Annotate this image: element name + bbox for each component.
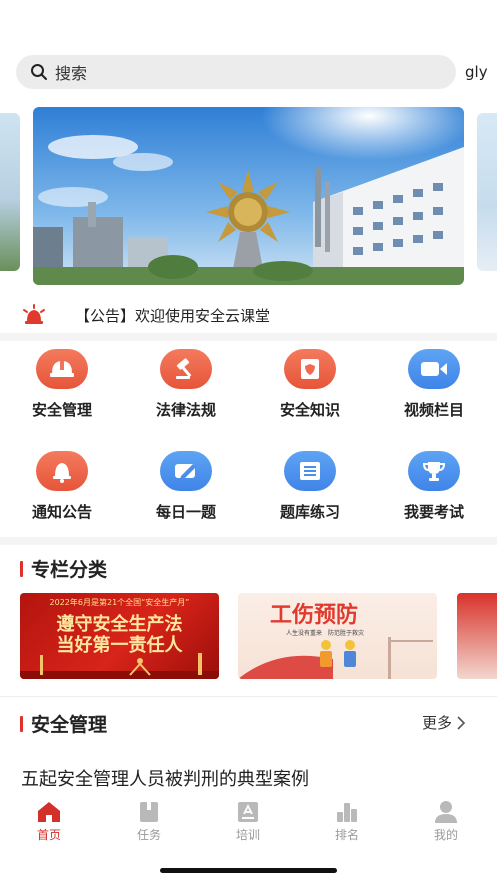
grid-item-label: 法律法规	[155, 401, 216, 419]
grid-item-laws[interactable]: 法律法规	[131, 349, 241, 420]
trophy-icon	[408, 451, 460, 491]
search-input[interactable]: 搜索	[16, 55, 456, 89]
grid-item-notices[interactable]: 通知公告	[7, 451, 117, 522]
grid-item-label: 安全知识	[279, 401, 340, 419]
home-indicator[interactable]	[160, 868, 337, 873]
task-icon	[140, 802, 158, 822]
grid-item-exam[interactable]: 我要考试	[379, 451, 489, 522]
tab-label: 任务	[136, 828, 161, 842]
training-icon	[238, 802, 258, 822]
more-link[interactable]: 更多	[422, 712, 467, 733]
search-placeholder: 搜索	[55, 64, 88, 83]
section-divider	[0, 696, 497, 697]
home-icon	[38, 802, 60, 822]
article-item[interactable]: 五起安全管理人员被判刑的典型案例	[21, 765, 309, 791]
user-name[interactable]: gly	[465, 63, 488, 81]
more-label: 更多	[422, 714, 453, 732]
column-card-partial[interactable]	[457, 593, 497, 679]
search-icon	[31, 64, 47, 80]
announcement-bar[interactable]: 【公告】欢迎使用安全云课堂	[0, 297, 497, 333]
grid-item-label: 每日一题	[155, 503, 216, 521]
grid-item-question-bank[interactable]: 题库练习	[255, 451, 365, 522]
section-gap	[0, 537, 497, 545]
column-card-injury-prevention[interactable]: 工伤预防 人生没有重来 防范胜于救灾	[238, 593, 437, 679]
announcement-text: 【公告】欢迎使用安全云课堂	[75, 307, 271, 325]
columns-title: 专栏分类	[31, 559, 108, 581]
search-row: 搜索 gly	[16, 55, 491, 89]
tab-home[interactable]: 首页	[19, 800, 79, 843]
book-shield-icon	[284, 349, 336, 389]
tab-training[interactable]: 培训	[218, 800, 278, 843]
tab-label: 排名	[334, 828, 359, 842]
title-accent-bar	[20, 715, 23, 732]
safety-section-title: 安全管理	[20, 710, 107, 737]
grid-item-safety-knowledge[interactable]: 安全知识	[255, 349, 365, 420]
helmet-icon	[36, 349, 88, 389]
profile-icon	[435, 801, 457, 823]
columns-section-title: 专栏分类	[20, 555, 107, 582]
banner-next-slide[interactable]	[477, 113, 497, 271]
tab-label: 我的	[433, 828, 458, 842]
ranking-icon	[337, 803, 357, 822]
banner-carousel[interactable]	[0, 95, 497, 295]
list-icon	[284, 451, 336, 491]
grid-item-label: 题库练习	[279, 503, 340, 521]
grid-item-safety-management[interactable]: 安全管理	[7, 349, 117, 420]
grid-item-daily-question[interactable]: 每日一题	[131, 451, 241, 522]
grid-item-label: 安全管理	[31, 401, 92, 419]
tab-profile[interactable]: 我的	[416, 800, 476, 843]
bottom-tab-bar: 首页 任务 培训 排名 我的	[0, 796, 497, 846]
safety-title: 安全管理	[31, 714, 108, 736]
card-top-text: 2022年6月是第21个全国“安全生产月”	[49, 598, 190, 607]
banner-image[interactable]	[33, 107, 464, 285]
title-accent-bar	[20, 560, 23, 577]
tab-ranking[interactable]: 排名	[317, 800, 377, 843]
alarm-bell-icon	[23, 304, 45, 324]
video-camera-icon	[408, 349, 460, 389]
gavel-icon	[160, 349, 212, 389]
card-subtitle: 人生没有重来 防范胜于救灾	[286, 630, 365, 637]
feature-grid: 安全管理 法律法规 安全知识 视频栏目 通知公告 每日一题 题库练习 我要考试	[0, 341, 497, 537]
chevron-right-icon	[457, 715, 466, 730]
pencil-icon	[160, 451, 212, 491]
tab-tasks[interactable]: 任务	[119, 800, 179, 843]
grid-item-label: 我要考试	[403, 503, 464, 521]
grid-item-video[interactable]: 视频栏目	[379, 349, 489, 420]
section-gap	[0, 333, 497, 341]
card-title: 工伤预防	[270, 603, 359, 628]
tab-label: 首页	[36, 828, 61, 842]
grid-item-label: 通知公告	[31, 503, 92, 521]
bell-icon	[36, 451, 88, 491]
grid-item-label: 视频栏目	[403, 401, 464, 419]
banner-prev-slide[interactable]	[0, 113, 20, 271]
tab-label: 培训	[235, 828, 260, 842]
column-card-safety-law[interactable]: 2022年6月是第21个全国“安全生产月” 遵守安全生产法 当好第一责任人	[20, 593, 219, 679]
